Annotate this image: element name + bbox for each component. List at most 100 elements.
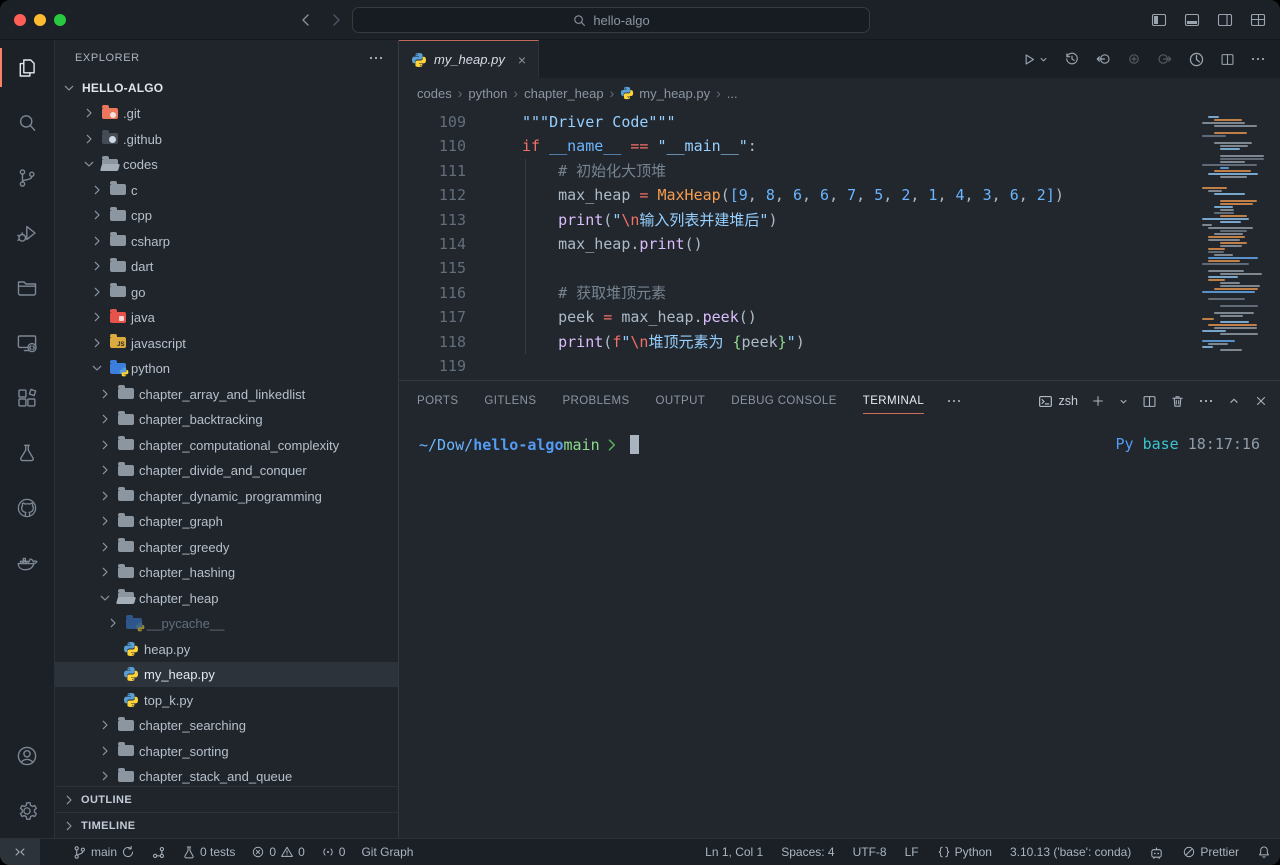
status-git-graph[interactable]: Git Graph <box>353 839 421 865</box>
tree-item-chapter-graph[interactable]: chapter_graph <box>55 509 398 535</box>
tree-item--github[interactable]: .github <box>55 126 398 152</box>
panel-tab-output[interactable]: OUTPUT <box>656 381 706 421</box>
panel-tab-terminal[interactable]: TERMINAL <box>863 381 924 421</box>
tree-item-chapter-array-and-linkedlist[interactable]: chapter_array_and_linkedlist <box>55 381 398 407</box>
timeline-section[interactable]: TIMELINE <box>55 812 398 838</box>
timeline-history-icon[interactable] <box>1064 51 1080 67</box>
tree-item-dart[interactable]: dart <box>55 254 398 280</box>
status-prettier[interactable]: Prettier <box>1173 839 1248 865</box>
close-tab-icon[interactable]: × <box>518 52 526 68</box>
source-control-icon[interactable] <box>0 150 55 205</box>
tree-item-go[interactable]: go <box>55 279 398 305</box>
status-problems[interactable]: 00 <box>243 839 312 865</box>
breadcrumb-item[interactable]: my_heap.py <box>620 86 710 101</box>
breadcrumb-item[interactable]: chapter_heap <box>524 86 604 101</box>
status-cursor-position[interactable]: Ln 1, Col 1 <box>696 839 772 865</box>
accounts-icon[interactable] <box>0 728 55 783</box>
status-indentation[interactable]: Spaces: 4 <box>772 839 843 865</box>
panel-tabs-more-icon[interactable] <box>946 393 962 409</box>
command-center-search[interactable]: hello-algo <box>352 7 870 33</box>
status-tests[interactable]: 0 tests <box>174 839 243 865</box>
tree-item-chapter-greedy[interactable]: chapter_greedy <box>55 534 398 560</box>
code-line-111[interactable]: 111 # 初始化大顶堆 <box>399 159 1190 183</box>
tree-item-chapter-sorting[interactable]: chapter_sorting <box>55 738 398 764</box>
remote-explorer-icon[interactable] <box>0 315 55 370</box>
status-git-graph-icon[interactable] <box>143 839 174 865</box>
panel-tab-ports[interactable]: PORTS <box>417 381 458 421</box>
close-panel-icon[interactable] <box>1254 394 1268 408</box>
tree-item-chapter-dynamic-programming[interactable]: chapter_dynamic_programming <box>55 483 398 509</box>
code-line-117[interactable]: 117 peek = max_heap.peek() <box>399 305 1190 329</box>
extensions-icon[interactable] <box>0 370 55 425</box>
terminal[interactable]: ~/Dow/hello-algo main Py base 18:17:16 <box>399 421 1280 838</box>
explorer-more-actions-icon[interactable] <box>368 50 384 66</box>
code-line-119[interactable]: 119 <box>399 354 1190 378</box>
panel-tab-gitlens[interactable]: GITLENS <box>484 381 536 421</box>
panel-tab-debug-console[interactable]: DEBUG CONSOLE <box>731 381 837 421</box>
toggle-secondary-sidebar-icon[interactable] <box>1217 12 1233 28</box>
kill-terminal-icon[interactable] <box>1170 394 1185 409</box>
code-line-112[interactable]: 112 max_heap = MaxHeap([9, 8, 6, 6, 7, 5… <box>399 183 1190 207</box>
tree-item-c[interactable]: c <box>55 177 398 203</box>
tree-item-chapter-computational-complexity[interactable]: chapter_computational_complexity <box>55 432 398 458</box>
status-git-branch[interactable]: main <box>64 839 143 865</box>
minimap[interactable] <box>1202 112 1264 352</box>
gitlens-icon[interactable] <box>1188 51 1205 68</box>
open-changes-icon[interactable] <box>1095 51 1111 67</box>
zoom-window-button[interactable] <box>54 14 66 26</box>
status-encoding[interactable]: UTF-8 <box>844 839 896 865</box>
status-ports[interactable]: 0 <box>313 839 354 865</box>
run-debug-icon[interactable] <box>0 205 55 260</box>
panel-more-actions-icon[interactable] <box>1198 393 1214 409</box>
tree-item-heap-py[interactable]: heap.py <box>55 636 398 662</box>
search-view-icon[interactable] <box>0 95 55 150</box>
code-line-109[interactable]: 109"""Driver Code""" <box>399 110 1190 134</box>
code-line-115[interactable]: 115 <box>399 256 1190 280</box>
editor-more-actions-icon[interactable] <box>1250 51 1266 67</box>
new-terminal-icon[interactable] <box>1091 394 1105 408</box>
code-line-110[interactable]: 110if __name__ == "__main__": <box>399 134 1190 158</box>
tree-item-chapter-divide-and-conquer[interactable]: chapter_divide_and_conquer <box>55 458 398 484</box>
tree-item-chapter-searching[interactable]: chapter_searching <box>55 713 398 739</box>
breadcrumb-item[interactable]: ... <box>727 86 738 101</box>
tree-item-hello-algo[interactable]: HELLO-ALGO <box>55 75 398 101</box>
status-copilot[interactable] <box>1140 839 1173 865</box>
breadcrumb-item[interactable]: codes <box>417 86 452 101</box>
tree-item-codes[interactable]: codes <box>55 152 398 178</box>
panel-tab-problems[interactable]: PROBLEMS <box>562 381 629 421</box>
status-notifications[interactable] <box>1248 839 1280 865</box>
docker-icon[interactable] <box>0 535 55 590</box>
customize-layout-icon[interactable] <box>1250 12 1266 28</box>
editor[interactable]: 109"""Driver Code"""110if __name__ == "_… <box>399 108 1280 380</box>
project-folder-icon[interactable] <box>0 260 55 315</box>
settings-gear-icon[interactable] <box>0 783 55 838</box>
tree-item-csharp[interactable]: csharp <box>55 228 398 254</box>
tree-item-chapter-heap[interactable]: chapter_heap <box>55 585 398 611</box>
code-line-116[interactable]: 116 # 获取堆顶元素 <box>399 281 1190 305</box>
split-editor-icon[interactable] <box>1220 52 1235 67</box>
minimize-window-button[interactable] <box>34 14 46 26</box>
maximize-panel-icon[interactable] <box>1227 394 1241 408</box>
breadcrumb-item[interactable]: python <box>468 86 507 101</box>
tree-item-chapter-backtracking[interactable]: chapter_backtracking <box>55 407 398 433</box>
history-back-button[interactable] <box>298 12 314 28</box>
toggle-panel-icon[interactable] <box>1184 12 1200 28</box>
tree-item-java[interactable]: java <box>55 305 398 331</box>
terminal-shell-button[interactable]: zsh <box>1038 394 1078 409</box>
tree-item-chapter-hashing[interactable]: chapter_hashing <box>55 560 398 586</box>
tree-item-cpp[interactable]: cpp <box>55 203 398 229</box>
terminal-dropdown-icon[interactable] <box>1118 396 1129 407</box>
split-terminal-icon[interactable] <box>1142 394 1157 409</box>
explorer-icon[interactable] <box>0 40 55 95</box>
toggle-sidebar-icon[interactable] <box>1151 12 1167 28</box>
status-eol[interactable]: LF <box>896 839 928 865</box>
tree-item--git[interactable]: .git <box>55 101 398 127</box>
status-language-mode[interactable]: Python <box>928 839 1001 865</box>
status-python-interpreter[interactable]: 3.10.13 ('base': conda) <box>1001 839 1140 865</box>
tree-item-chapter-stack-and-queue[interactable]: chapter_stack_and_queue <box>55 764 398 787</box>
tree-item--pycache-[interactable]: __pycache__ <box>55 611 398 637</box>
tree-item-top-k-py[interactable]: top_k.py <box>55 687 398 713</box>
tree-item-javascript[interactable]: javascript <box>55 330 398 356</box>
outline-section[interactable]: OUTLINE <box>55 786 398 812</box>
code-line-118[interactable]: 118 print(f"\n堆顶元素为 {peek}") <box>399 330 1190 354</box>
